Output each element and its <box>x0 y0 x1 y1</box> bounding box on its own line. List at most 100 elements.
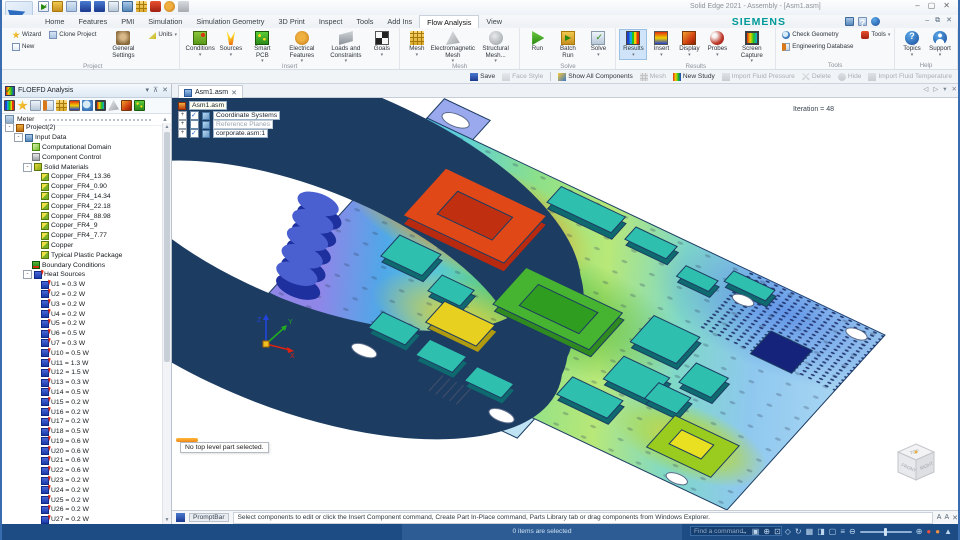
ribbon-button[interactable]: Tools ▾ <box>858 29 893 41</box>
expand-toggle[interactable] <box>32 516 39 523</box>
expand-toggle[interactable] <box>32 418 39 425</box>
expand-toggle[interactable] <box>32 203 39 210</box>
capture-icon[interactable] <box>95 100 106 111</box>
context-toolbar-item[interactable]: Import Fluid Pressure <box>722 73 795 81</box>
tab-menu-icon[interactable]: ▾ <box>943 87 946 94</box>
tree-item[interactable]: U24 = 0.2 W <box>2 485 163 495</box>
menu-tab[interactable]: Simulation <box>141 15 189 28</box>
ribbon-button[interactable]: Solve ▾ <box>584 29 612 60</box>
context-toolbar-item[interactable]: Show All Components <box>558 73 633 81</box>
ribbon-button[interactable]: Results ▾ <box>619 29 647 60</box>
expand-toggle[interactable]: + <box>178 120 187 129</box>
visibility-checkbox[interactable] <box>190 129 199 138</box>
tree-item[interactable]: U18 = 0.5 W <box>2 427 163 437</box>
splitter-handle[interactable] <box>45 118 151 121</box>
expand-toggle[interactable] <box>32 428 39 435</box>
panel-close-icon[interactable]: ✕ <box>162 87 168 94</box>
scrollbar-thumb[interactable] <box>164 132 170 362</box>
ribbon-button[interactable]: Sources ▾ <box>217 29 245 60</box>
tree-item[interactable]: U4 = 0.2 W <box>2 309 163 319</box>
tree-item[interactable]: Copper_FR4_22.18 <box>2 201 163 211</box>
expand-toggle[interactable] <box>32 252 39 259</box>
pathfinder-item[interactable]: + Reference Planes <box>178 120 280 129</box>
expand-toggle[interactable]: - <box>14 133 23 142</box>
statusbar-icon[interactable]: ⊕ <box>763 528 770 536</box>
expand-toggle[interactable] <box>32 232 39 239</box>
ribbon-button[interactable]: Support ▾ <box>926 29 954 60</box>
pin-icon[interactable]: ⊼ <box>153 87 158 94</box>
tree-item[interactable]: U6 = 0.5 W <box>2 329 163 339</box>
tree-item[interactable]: Typical Plastic Package <box>2 250 163 260</box>
menu-tab[interactable]: View <box>479 15 509 28</box>
menu-tab[interactable]: Simulation Geometry <box>189 15 271 28</box>
batchrun-icon[interactable] <box>52 1 63 12</box>
tree-item[interactable]: U2 = 0.2 W <box>2 290 163 300</box>
tab-next-icon[interactable]: ▷ <box>933 87 938 94</box>
tree-item[interactable]: U19 = 0.6 W <box>2 437 163 447</box>
promptbar-label[interactable]: PromptBar <box>189 513 229 522</box>
view-cube[interactable]: TOP FRONT RIGHT <box>894 440 938 484</box>
save-icon[interactable] <box>80 1 91 12</box>
tree-item[interactable]: - Heat Sources <box>2 270 163 280</box>
statusbar-icon[interactable]: ● <box>926 528 931 536</box>
scroll-up-icon[interactable]: ▲ <box>163 123 171 131</box>
pathfinder-item[interactable]: + Coordinate Systems <box>178 111 280 120</box>
document-tab[interactable]: Asm1.asm ✕ <box>178 85 243 99</box>
tree-item[interactable]: U15 = 0.2 W <box>2 397 163 407</box>
tree-item[interactable]: - Solid Materials <box>2 162 163 172</box>
ribbon-button[interactable]: Engineering Database <box>779 41 858 53</box>
tree-item[interactable]: U21 = 0.6 W <box>2 456 163 466</box>
tab-close-icon[interactable]: ✕ <box>231 89 237 97</box>
tree-item[interactable]: U12 = 1.5 W <box>2 368 163 378</box>
ribbon-button[interactable]: Screen Capture ▾ <box>731 29 772 66</box>
tree-item[interactable]: Component Control <box>2 152 163 162</box>
ribbon-button[interactable]: Clone Project <box>46 29 101 41</box>
emmesh-icon[interactable] <box>108 100 119 111</box>
tree-item[interactable]: Copper_FR4_14.34 <box>2 192 163 202</box>
menu-tab[interactable]: 3D Print <box>271 15 311 28</box>
promptbar-control[interactable]: A <box>944 514 949 522</box>
expand-toggle[interactable] <box>32 369 39 376</box>
promptbar-control[interactable]: A <box>937 514 942 522</box>
ribbon-button[interactable]: Loads and Constraints ▾ <box>324 29 368 66</box>
tab-close-all-icon[interactable]: ✕ <box>952 87 957 94</box>
expand-toggle[interactable] <box>32 487 39 494</box>
tree-item[interactable]: Copper_FR4_88.98 <box>2 211 163 221</box>
expand-toggle[interactable]: - <box>23 270 32 279</box>
checkgeom-icon[interactable] <box>82 100 93 111</box>
results-icon[interactable] <box>4 100 15 111</box>
ribbon-button[interactable]: Insert ▾ <box>647 29 675 60</box>
tree-item[interactable]: Boundary Conditions <box>2 260 163 270</box>
expand-toggle[interactable] <box>32 399 39 406</box>
statusbar-icon[interactable]: → <box>740 528 748 536</box>
tree-scrollbar[interactable]: ▲ ▼ <box>162 123 171 524</box>
expand-toggle[interactable] <box>32 506 39 513</box>
ribbon-button[interactable]: Goals ▾ <box>368 29 396 60</box>
ribbon-button[interactable]: Mesh ▾ <box>403 29 431 60</box>
minimize-icon[interactable]: – <box>915 2 919 10</box>
solve-icon[interactable] <box>30 100 41 111</box>
tree-item[interactable]: U3 = 0.2 W <box>2 299 163 309</box>
ribbon-button[interactable]: Units ▾ <box>145 29 180 41</box>
expand-toggle[interactable] <box>32 173 39 180</box>
context-toolbar-item[interactable]: Delete <box>802 73 831 81</box>
context-toolbar-item[interactable] <box>550 72 551 81</box>
menu-tab[interactable]: Add Ins <box>380 15 419 28</box>
context-toolbar-item[interactable]: Import Fluid Temperature <box>868 73 952 81</box>
tree-item[interactable]: U13 = 0.3 W <box>2 378 163 388</box>
close-icon[interactable]: ✕ <box>943 2 950 10</box>
tree-item[interactable]: U22 = 0.6 W <box>2 466 163 476</box>
statusbar-icon[interactable]: ⊡ <box>774 528 781 536</box>
expand-toggle[interactable] <box>32 379 39 386</box>
expand-toggle[interactable]: + <box>178 111 187 120</box>
ribbon-button[interactable]: Structural Mesh... ▾ <box>475 29 517 66</box>
context-toolbar-item[interactable]: Face Style <box>502 73 543 81</box>
expand-toggle[interactable] <box>32 311 39 318</box>
ribbon-button[interactable]: Run <box>523 29 551 60</box>
statusbar-icon[interactable]: ↻ <box>795 528 802 536</box>
tree-item[interactable]: U27 = 0.2 W <box>2 515 163 524</box>
ribbon-button[interactable]: Electromagnetic Mesh ▾ <box>431 29 475 66</box>
scroll-down-icon[interactable]: ▼ <box>163 516 171 524</box>
promptbar-control[interactable]: ✕ <box>952 514 958 522</box>
expand-toggle[interactable] <box>32 409 39 416</box>
